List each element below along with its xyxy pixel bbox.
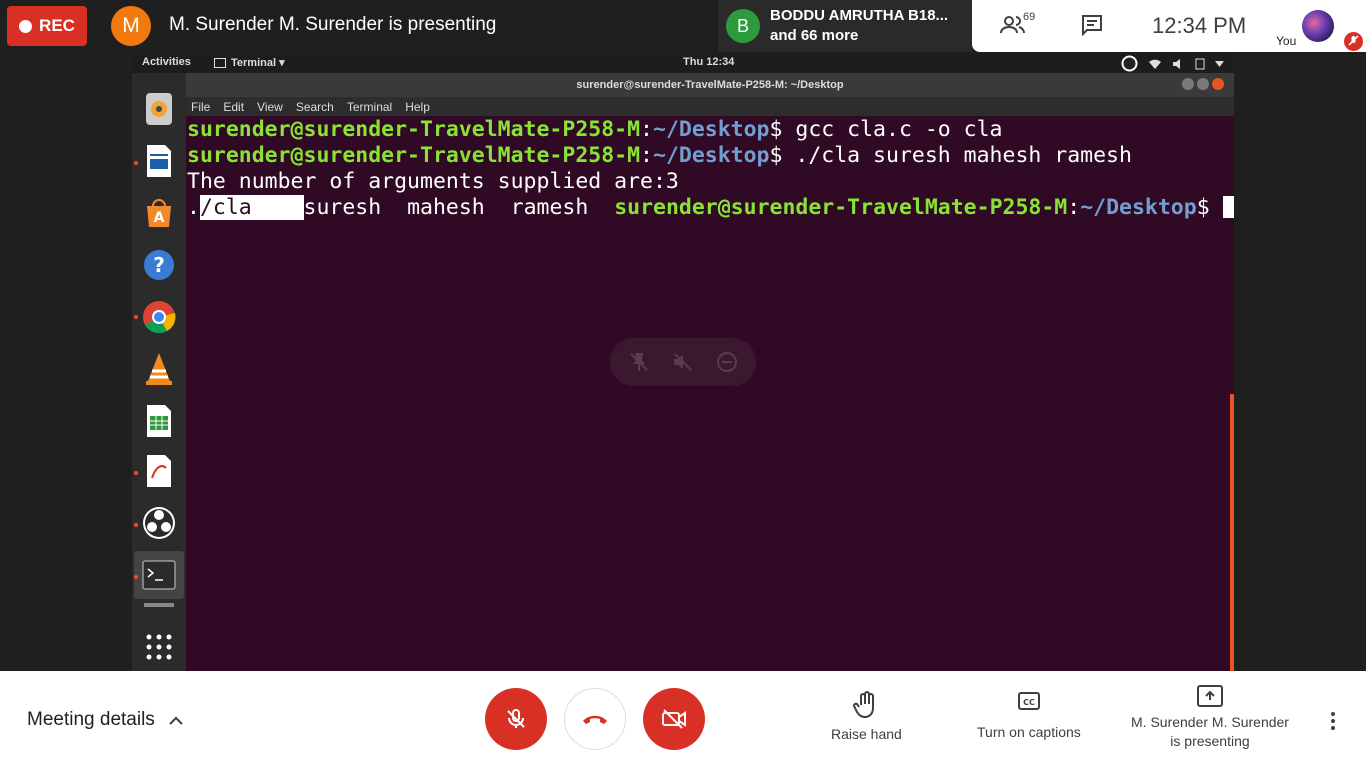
- app-menu[interactable]: Terminal ▾: [214, 56, 285, 69]
- people-button[interactable]: 69: [1000, 11, 1035, 41]
- svg-text:CC: CC: [1023, 698, 1035, 707]
- system-tray[interactable]: [1121, 55, 1224, 72]
- menu-search[interactable]: Search: [296, 100, 334, 114]
- writer-icon[interactable]: [141, 143, 177, 179]
- activities-button[interactable]: Activities: [142, 56, 191, 68]
- you-label: You: [1276, 34, 1297, 48]
- top-right-panel: 69 12:34 PM: [972, 0, 1270, 52]
- help-icon[interactable]: ?: [141, 247, 177, 283]
- captions-button[interactable]: CC Turn on captions: [977, 691, 1081, 742]
- chrome-icon[interactable]: [141, 299, 177, 335]
- terminal-output[interactable]: surender@surender-TravelMate-P258-M:~/De…: [186, 116, 1234, 671]
- vlc-icon[interactable]: [141, 351, 177, 387]
- presenter-avatar: M: [111, 6, 151, 46]
- people-count: 69: [1023, 11, 1036, 23]
- ubuntu-clock[interactable]: Thu 12:34: [683, 56, 734, 68]
- muted-mic-icon: [1344, 32, 1363, 51]
- mic-off-icon: [507, 709, 525, 728]
- captions-label: Turn on captions: [977, 724, 1081, 740]
- minimize-button[interactable]: [1182, 78, 1194, 90]
- calc-icon[interactable]: [141, 403, 177, 439]
- software-center-icon[interactable]: A: [141, 195, 177, 231]
- raise-hand-label: Raise hand: [831, 726, 902, 742]
- chat-button[interactable]: [1081, 14, 1103, 41]
- pin-off-icon[interactable]: [628, 351, 650, 373]
- more-vert-icon: [1331, 712, 1335, 730]
- volume-icon: [1173, 58, 1180, 69]
- hang-up-icon: [583, 715, 607, 724]
- terminal-cursor: [1222, 196, 1234, 218]
- participant-more: and 66 more: [770, 27, 859, 44]
- dock-overflow-icon[interactable]: [141, 593, 177, 617]
- presenter-overlay-controls: [610, 338, 756, 386]
- terminal-dock-icon[interactable]: [141, 557, 177, 593]
- presenting-title: M. Surender M. Surender is presenting: [169, 14, 497, 35]
- self-view-tile[interactable]: You: [1270, 0, 1366, 52]
- battery-icon: [1195, 58, 1205, 70]
- leave-call-button[interactable]: [564, 688, 626, 750]
- closed-captions-icon: CC: [1017, 692, 1040, 710]
- obs-tray-icon: [1121, 55, 1138, 72]
- selected-text: /cla: [199, 195, 304, 220]
- recording-badge: REC: [7, 6, 87, 46]
- participant-chip[interactable]: B BODDU AMRUTHA B18... and 66 more: [718, 0, 972, 52]
- chevron-down-icon: [1215, 60, 1224, 67]
- gnome-top-bar: Activities Terminal ▾ Thu 12:34: [132, 53, 1234, 73]
- mic-toggle-button[interactable]: [485, 688, 547, 750]
- meet-control-bar: Meeting details Raise hand CC Turn on ca…: [0, 671, 1366, 768]
- participant-name: BODDU AMRUTHA B18...: [770, 7, 949, 24]
- chat-icon: [1082, 15, 1102, 37]
- terminal-menu-bar: File Edit View Search Terminal Help: [186, 97, 1234, 116]
- present-screen-icon: [1196, 685, 1223, 707]
- menu-view[interactable]: View: [257, 100, 283, 114]
- menu-terminal[interactable]: Terminal: [347, 100, 392, 114]
- obs-icon[interactable]: [141, 505, 177, 541]
- terminal-scrollbar[interactable]: [1230, 394, 1234, 671]
- maximize-button[interactable]: [1197, 78, 1209, 90]
- ubuntu-dock: A ?: [132, 73, 186, 671]
- raise-hand-button[interactable]: Raise hand: [831, 691, 902, 744]
- hand-icon: [853, 691, 875, 719]
- rhythmbox-icon[interactable]: [141, 91, 177, 127]
- menu-file[interactable]: File: [191, 100, 210, 114]
- terminal-window-title: surender@surender-TravelMate-P258-M: ~/D…: [186, 73, 1234, 97]
- presenting-button[interactable]: M. Surender M. Surender is presenting: [1131, 685, 1289, 751]
- terminal-line: ./cla suresh mahesh ramesh surender@sure…: [187, 195, 1234, 221]
- camera-off-icon: [662, 709, 686, 729]
- close-button[interactable]: [1212, 78, 1224, 90]
- participant-avatar: B: [726, 9, 760, 43]
- terminal-line: surender@surender-TravelMate-P258-M:~/De…: [187, 143, 1132, 168]
- more-options-button[interactable]: [1326, 711, 1340, 736]
- presenting-line2: is presenting: [1170, 733, 1250, 749]
- wifi-icon: [1149, 59, 1161, 69]
- terminal-small-icon: [214, 57, 226, 68]
- meet-clock: 12:34 PM: [1152, 13, 1247, 38]
- terminal-line: surender@surender-TravelMate-P258-M:~/De…: [187, 117, 1003, 142]
- pdf-viewer-icon[interactable]: [141, 453, 177, 489]
- presenting-line1: M. Surender M. Surender: [1131, 714, 1289, 730]
- volume-off-icon[interactable]: [672, 351, 694, 373]
- chevron-up-icon: [169, 716, 183, 725]
- window-controls: [1182, 78, 1224, 90]
- rec-label: REC: [39, 16, 75, 35]
- svg-text:?: ?: [153, 253, 165, 277]
- show-applications-icon[interactable]: [141, 629, 177, 665]
- menu-edit[interactable]: Edit: [223, 100, 244, 114]
- self-avatar: [1302, 10, 1334, 42]
- svg-text:A: A: [154, 210, 165, 226]
- menu-help[interactable]: Help: [405, 100, 430, 114]
- terminal-line: The number of arguments supplied are:3: [187, 169, 679, 194]
- app-menu-label: Terminal ▾: [231, 57, 285, 69]
- remove-icon[interactable]: [716, 351, 738, 373]
- meeting-details-label: Meeting details: [27, 709, 155, 730]
- meeting-details-button[interactable]: Meeting details: [27, 709, 183, 731]
- record-dot-icon: [19, 19, 33, 33]
- camera-toggle-button[interactable]: [643, 688, 705, 750]
